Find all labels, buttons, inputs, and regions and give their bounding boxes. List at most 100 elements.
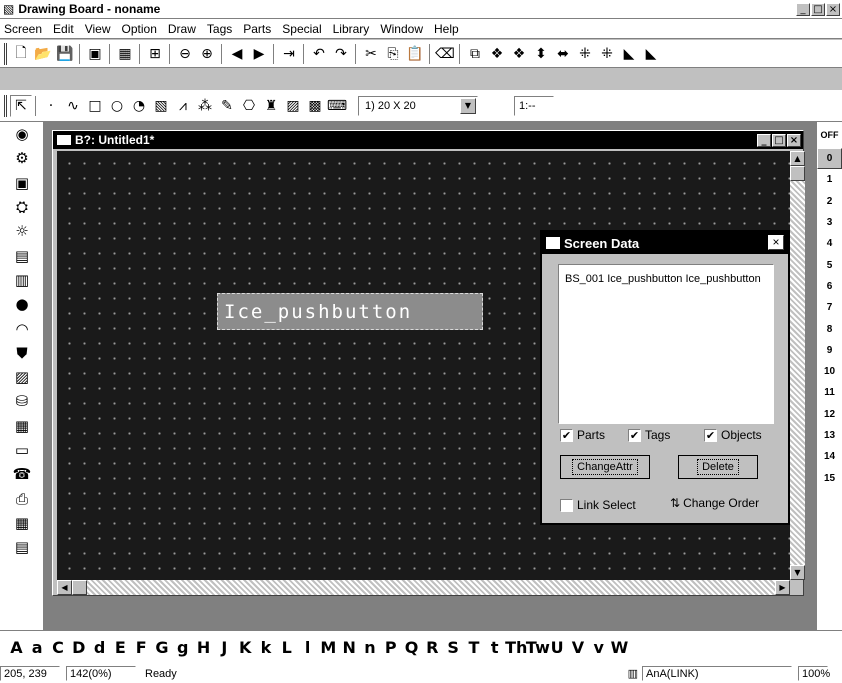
char-a-button[interactable]: a [27, 638, 48, 657]
parts-checkbox[interactable]: ✔ Parts [560, 428, 605, 442]
stack-icon[interactable]: ▤ [0, 243, 44, 267]
menu-tags[interactable]: Tags [207, 22, 232, 36]
char-K-button[interactable]: K [235, 638, 256, 657]
state-item-7[interactable]: 7 [817, 297, 842, 318]
display-icon[interactable]: ▭ [0, 438, 44, 462]
ungroup2-icon[interactable]: ❖ [508, 43, 530, 65]
screen-data-close-button[interactable]: × [768, 235, 784, 250]
bargraph-icon[interactable]: ▥ [0, 268, 44, 292]
state-item-8[interactable]: 8 [817, 318, 842, 339]
screen-icon[interactable]: ▣ [84, 43, 106, 65]
meter-icon[interactable]: ◠ [0, 316, 44, 340]
pen-tool-icon[interactable]: ✎ [216, 95, 238, 117]
minimize-button[interactable]: _ [796, 2, 810, 16]
zoom-in-icon[interactable]: ⊕ [196, 43, 218, 65]
fill-tool-icon[interactable]: ▧ [150, 95, 172, 117]
char-M-button[interactable]: M [318, 638, 339, 657]
tags-checkbox[interactable]: ✔ Tags [628, 428, 670, 442]
menu-edit[interactable]: Edit [53, 22, 74, 36]
change-order-button[interactable]: ⇅ Change Order [670, 496, 759, 510]
stamp-tool-icon[interactable]: ♜ [260, 95, 282, 117]
grid-size-select[interactable]: 1) 20 X 20 ▼ [358, 95, 478, 116]
char-V-button[interactable]: V [568, 638, 589, 657]
menu-window[interactable]: Window [380, 22, 423, 36]
rect-tool-icon[interactable]: □ [84, 95, 106, 117]
gear-icon[interactable]: ⛭ [0, 195, 44, 219]
bitmap-tool-icon[interactable]: ▨ [282, 95, 304, 117]
change-attr-button[interactable]: ChangeAttr [560, 455, 650, 479]
state-item-4[interactable]: 4 [817, 233, 842, 254]
state-item-11[interactable]: 11 [817, 382, 842, 403]
ungroup-icon[interactable]: ❖ [486, 43, 508, 65]
close-button[interactable]: × [826, 2, 840, 16]
state-item-1[interactable]: 1 [817, 169, 842, 190]
menu-special[interactable]: Special [282, 22, 321, 36]
dot-tool-icon[interactable]: · [40, 95, 62, 117]
editor-close-button[interactable]: × [787, 133, 801, 147]
scroll-left-button[interactable]: ◀ [57, 580, 72, 595]
menu-screen[interactable]: Screen [4, 22, 42, 36]
line-tool-icon[interactable]: ∿ [62, 95, 84, 117]
char-k-button[interactable]: k [256, 638, 277, 657]
state-item-5[interactable]: 5 [817, 254, 842, 275]
char-U-button[interactable]: U [547, 638, 568, 657]
table-icon[interactable]: ▦ [0, 511, 44, 535]
editor-maximize-button[interactable]: □ [772, 133, 786, 147]
erase-icon[interactable]: ⌫ [434, 43, 456, 65]
circle-tool-icon[interactable]: ○ [106, 95, 128, 117]
objects-checkbox[interactable]: ✔ Objects [704, 428, 762, 442]
redo-icon[interactable]: ↷ [330, 43, 352, 65]
prev-icon[interactable]: ◀ [226, 43, 248, 65]
char-L-button[interactable]: L [276, 638, 297, 657]
char-A-button[interactable]: A [6, 638, 27, 657]
align2-icon[interactable]: ⁜ [596, 43, 618, 65]
group-icon[interactable]: ⧉ [464, 43, 486, 65]
layer-select[interactable]: 1:-- [514, 95, 554, 116]
frame-tool-icon[interactable]: ▩ [304, 95, 326, 117]
printer-icon[interactable]: ⎙ [0, 486, 44, 510]
undo-icon[interactable]: ↶ [308, 43, 330, 65]
scatter-tool-icon[interactable]: ⁂ [194, 95, 216, 117]
paste-icon[interactable]: 📋 [404, 43, 426, 65]
state-item-0[interactable]: 0 [817, 148, 842, 170]
char-Th-button[interactable]: Th [505, 638, 527, 657]
char-J-button[interactable]: J [214, 638, 235, 657]
char-N-button[interactable]: N [339, 638, 360, 657]
scroll-up-button[interactable]: ▲ [790, 151, 805, 166]
char-t-button[interactable]: t [484, 638, 505, 657]
char-v-button[interactable]: v [588, 638, 609, 657]
char-d-button[interactable]: d [89, 638, 110, 657]
menu-draw[interactable]: Draw [168, 22, 196, 36]
char-Tw-button[interactable]: Tw [526, 638, 550, 657]
save-icon[interactable]: 💾 [54, 43, 76, 65]
open-icon[interactable]: 📂 [32, 43, 54, 65]
zoom-out-icon[interactable]: ⊖ [174, 43, 196, 65]
hflip-icon[interactable]: ⬌ [552, 43, 574, 65]
next-icon[interactable]: ▶ [248, 43, 270, 65]
matrix-icon[interactable]: ▦ [0, 414, 44, 438]
char-D-button[interactable]: D [68, 638, 89, 657]
copy-icon[interactable]: ⎘ [382, 43, 404, 65]
align-icon[interactable]: ⁜ [574, 43, 596, 65]
state-item-2[interactable]: 2 [817, 191, 842, 212]
char-H-button[interactable]: H [193, 638, 214, 657]
vertical-scrollbar[interactable]: ▲ ▼ [790, 151, 805, 580]
scroll-right-button[interactable]: ▶ [775, 580, 790, 595]
trend-icon[interactable]: ⛁ [0, 389, 44, 413]
state-item-14[interactable]: 14 [817, 446, 842, 467]
state-item-9[interactable]: 9 [817, 340, 842, 361]
horizontal-scrollbar[interactable]: ◀ ▶ [57, 580, 790, 595]
chevron-down-icon[interactable]: ▼ [460, 97, 476, 114]
char-n-button[interactable]: n [360, 638, 381, 657]
scroll-down-button[interactable]: ▼ [790, 565, 805, 580]
text-tool-icon[interactable]: ⌨ [326, 95, 348, 117]
char-C-button[interactable]: C [48, 638, 69, 657]
shield-icon[interactable]: ⛊ [0, 341, 44, 365]
poly2-tool-icon[interactable]: ⎔ [238, 95, 260, 117]
state-item-13[interactable]: 13 [817, 425, 842, 446]
keypad-icon[interactable]: ▣ [0, 171, 44, 195]
menu-view[interactable]: View [85, 22, 111, 36]
polyline-tool-icon[interactable]: ⩘ [172, 95, 194, 117]
char-S-button[interactable]: S [443, 638, 464, 657]
bring-front-icon[interactable]: ◣ [618, 43, 640, 65]
